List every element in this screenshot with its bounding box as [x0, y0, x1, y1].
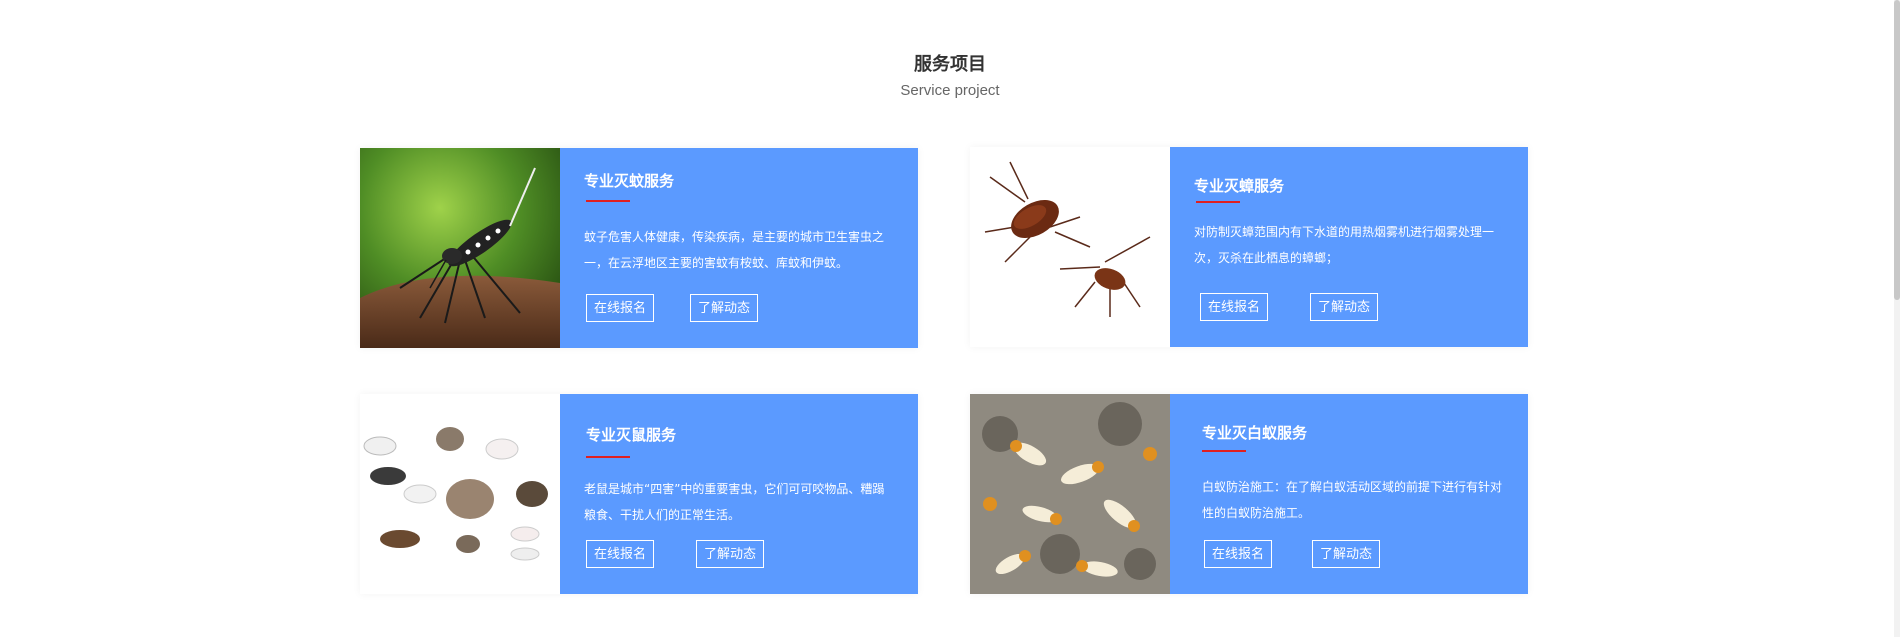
service-card-rats: 专业灭鼠服务 老鼠是城市“四害”中的重要害虫，它们可可咬物品、糟蹋粮食、干扰人们…	[360, 394, 918, 594]
learn-news-button[interactable]: 了解动态	[1312, 540, 1381, 568]
title-underline	[586, 200, 630, 202]
card-description: 对防制灭蟑范围内有下水道的用热烟雾机进行烟雾处理一次，灭杀在此栖息的蟑螂；	[1194, 225, 1495, 265]
learn-news-button[interactable]: 了解动态	[696, 540, 765, 568]
learn-news-button[interactable]: 了解动态	[690, 294, 759, 322]
rats-photo	[360, 394, 560, 594]
page-scrollbar[interactable]	[1894, 0, 1900, 637]
online-signup-button[interactable]: 在线报名	[586, 540, 655, 568]
title-underline	[1196, 201, 1240, 203]
cockroach-image	[970, 147, 1170, 347]
rats-image	[360, 394, 560, 594]
scrollbar-thumb[interactable]	[1894, 0, 1900, 300]
learn-news-button[interactable]: 了解动态	[1310, 293, 1379, 321]
mosquito-image	[360, 148, 560, 348]
card-title: 专业灭蟑服务	[1194, 177, 1285, 195]
title-underline	[586, 456, 630, 458]
card-title: 专业灭白蚁服务	[1202, 424, 1308, 442]
online-signup-button[interactable]: 在线报名	[1200, 293, 1269, 321]
card-description: 蚊子危害人体健康，传染疾病，是主要的城市卫生害虫之一，在云浮地区主要的害蚊有桉蚊…	[584, 230, 885, 270]
online-signup-button[interactable]: 在线报名	[586, 294, 655, 322]
card-description: 白蚁防治施工：在了解白蚁活动区域的前提下进行有针对性的白蚁防治施工。	[1202, 480, 1503, 520]
termites-image	[970, 394, 1170, 594]
card-title: 专业灭鼠服务	[586, 426, 677, 444]
section-subtitle: Service project	[900, 82, 1000, 99]
cockroach-photo	[970, 147, 1170, 347]
title-underline	[1202, 450, 1246, 452]
termites-photo	[970, 394, 1170, 594]
card-title: 专业灭蚊服务	[584, 172, 675, 190]
card-body: 专业灭蚊服务 蚊子危害人体健康，传染疾病，是主要的城市卫生害虫之一，在云浮地区主…	[584, 148, 896, 348]
service-card-mosquito: 专业灭蚊服务 蚊子危害人体健康，传染疾病，是主要的城市卫生害虫之一，在云浮地区主…	[360, 148, 918, 348]
card-body: 专业灭蟑服务 对防制灭蟑范围内有下水道的用热烟雾机进行烟雾处理一次，灭杀在此栖息…	[1194, 147, 1506, 347]
service-card-termites: 专业灭白蚁服务 白蚁防治施工：在了解白蚁活动区域的前提下进行有针对性的白蚁防治施…	[970, 394, 1528, 594]
online-signup-button[interactable]: 在线报名	[1204, 540, 1273, 568]
service-card-cockroach: 专业灭蟑服务 对防制灭蟑范围内有下水道的用热烟雾机进行烟雾处理一次，灭杀在此栖息…	[970, 147, 1528, 347]
card-body: 专业灭鼠服务 老鼠是城市“四害”中的重要害虫，它们可可咬物品、糟蹋粮食、干扰人们…	[584, 394, 896, 594]
mosquito-photo	[360, 148, 560, 348]
card-body: 专业灭白蚁服务 白蚁防治施工：在了解白蚁活动区域的前提下进行有针对性的白蚁防治施…	[1194, 394, 1506, 594]
section-title: 服务项目	[914, 54, 986, 75]
card-description: 老鼠是城市“四害”中的重要害虫，它们可可咬物品、糟蹋粮食、干扰人们的正常生活。	[584, 482, 885, 522]
